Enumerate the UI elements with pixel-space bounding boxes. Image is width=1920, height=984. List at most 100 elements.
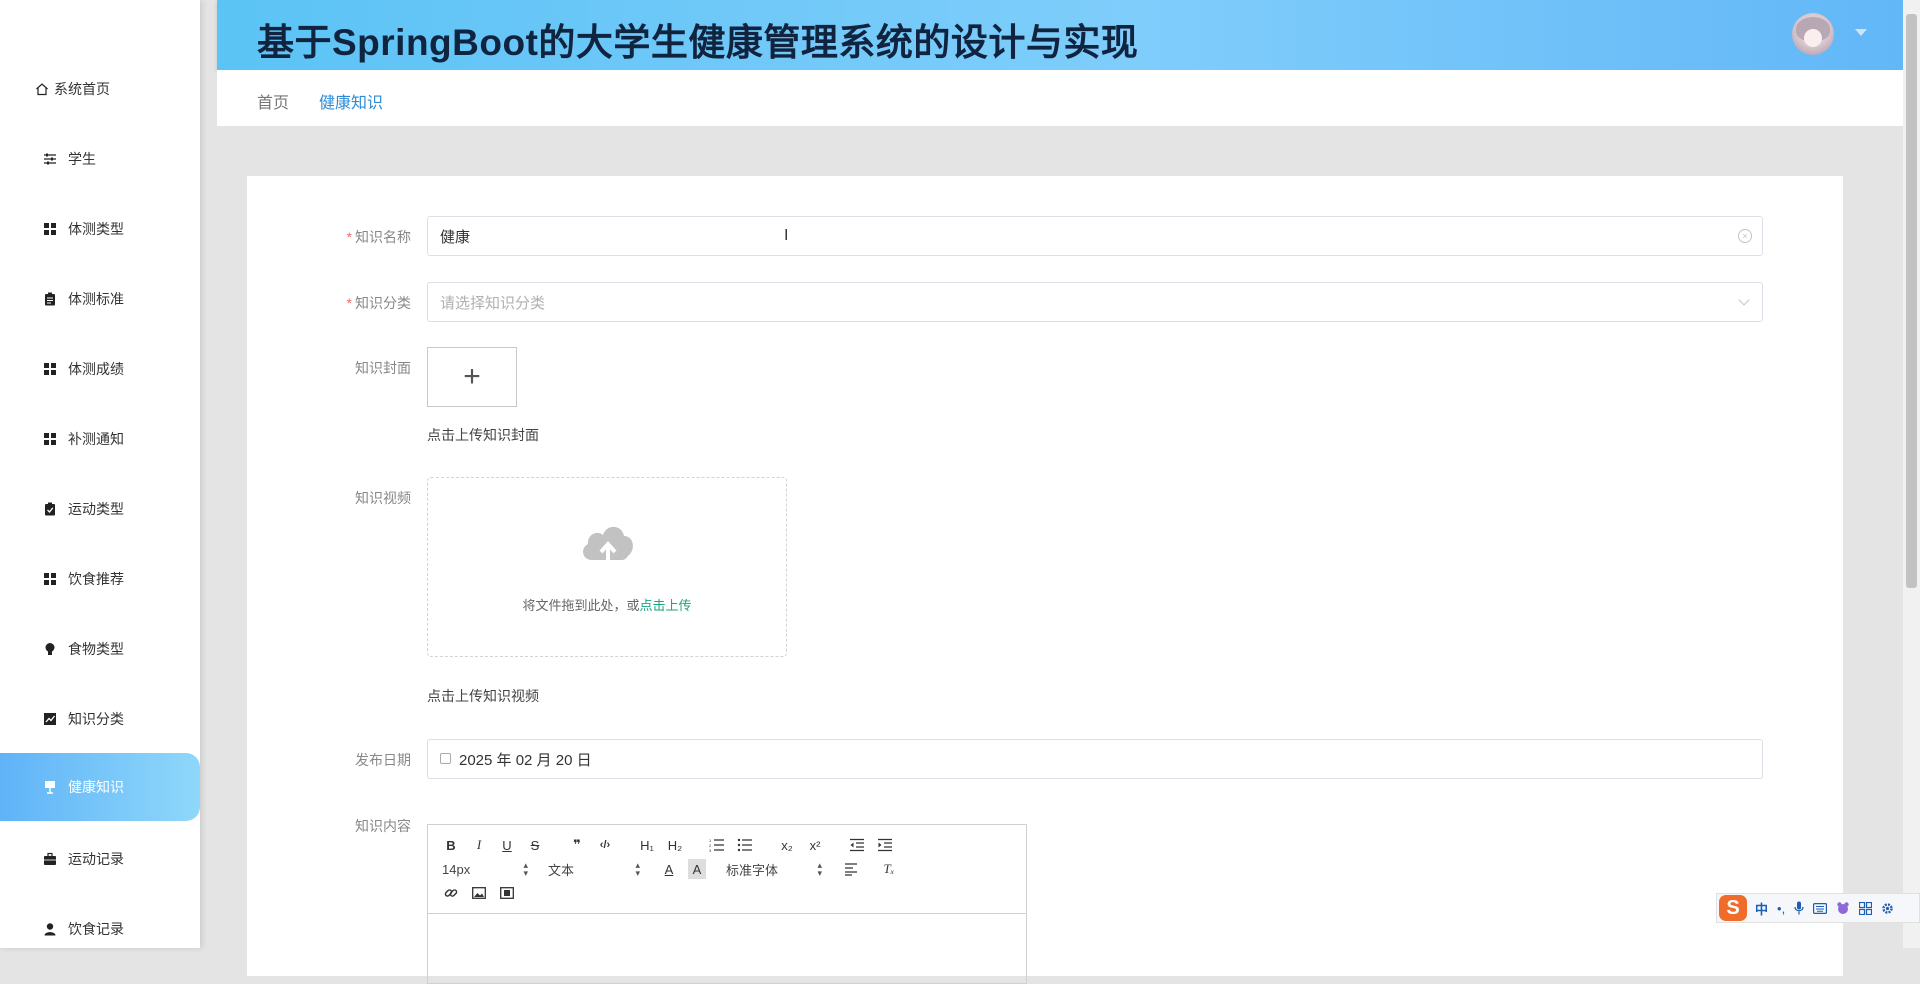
- breadcrumb-home[interactable]: 首页: [257, 89, 289, 113]
- sidebar-item-home[interactable]: 系统首页: [0, 55, 200, 123]
- keyboard-icon[interactable]: [1813, 902, 1828, 914]
- editor-toolbar-row-1: B I U S ❞ ‹/› H₁ H₂ 123 x₂ x²: [442, 835, 904, 855]
- editor-toolbar-row-3: [442, 883, 526, 903]
- sidebar-item-diet-recommend[interactable]: 饮食推荐: [0, 545, 200, 613]
- content-label: 知识内容: [355, 818, 411, 834]
- sidebar-item-label: 体测标准: [68, 291, 124, 307]
- home-icon: [34, 81, 50, 97]
- date-label: 发布日期: [355, 752, 411, 768]
- calendar-icon: [440, 752, 451, 764]
- font-size-select[interactable]: 14px ▴ ▾: [442, 861, 528, 878]
- video-label: 知识视频: [355, 490, 411, 506]
- sidebar-item-test-standards[interactable]: 体测标准: [0, 265, 200, 333]
- sidebar: 系统首页 学生 体测类型 体测标准 体测成绩 补测通知 运动类型 饮食推荐 食物…: [0, 0, 200, 948]
- skin-icon[interactable]: [1836, 901, 1850, 915]
- user-icon: [42, 921, 58, 937]
- sidebar-item-makeup-notice[interactable]: 补测通知: [0, 405, 200, 473]
- sidebar-item-exercise-records[interactable]: 运动记录: [0, 825, 200, 893]
- sidebar-item-food-types[interactable]: 食物类型: [0, 615, 200, 683]
- apps-grid-icon[interactable]: [1859, 901, 1873, 915]
- clear-icon[interactable]: ×: [1738, 229, 1752, 243]
- top-header: 基于SpringBoot的大学生健康管理系统的设计与实现: [217, 0, 1903, 70]
- presentation-icon: [42, 779, 58, 795]
- sidebar-item-health-knowledge[interactable]: 健康知识: [0, 753, 200, 821]
- name-input[interactable]: 健康 I ×: [427, 216, 1763, 256]
- sidebar-item-label: 饮食推荐: [68, 571, 124, 587]
- strikethrough-icon[interactable]: S: [526, 835, 544, 855]
- subscript-icon[interactable]: x₂: [778, 835, 796, 855]
- sidebar-item-knowledge-category[interactable]: 知识分类: [0, 685, 200, 753]
- scrollbar-thumb[interactable]: [1906, 14, 1917, 588]
- clear-format-icon[interactable]: Tₓ: [880, 859, 898, 879]
- indent-icon[interactable]: [876, 835, 894, 855]
- link-icon[interactable]: [442, 883, 460, 903]
- cover-label: 知识封面: [355, 360, 411, 376]
- ordered-list-icon[interactable]: 123: [708, 835, 726, 855]
- bullet-list-icon[interactable]: [736, 835, 754, 855]
- grid-icon: [42, 361, 58, 377]
- ime-toolbar: S 中 •,: [1716, 893, 1920, 923]
- sidebar-item-label: 学生: [68, 151, 96, 167]
- code-icon[interactable]: ‹/›: [596, 835, 614, 855]
- sidebar-item-test-types[interactable]: 体测类型: [0, 195, 200, 263]
- upload-link[interactable]: 点击上传: [640, 598, 692, 613]
- category-label: * 知识分类: [346, 295, 411, 311]
- background-color-icon[interactable]: A: [688, 859, 706, 879]
- font-color-icon[interactable]: A: [660, 859, 678, 879]
- chevron-down-icon: [1738, 294, 1750, 306]
- sidebar-item-exercise-types[interactable]: 运动类型: [0, 475, 200, 543]
- avatar[interactable]: [1792, 13, 1834, 55]
- grid-icon: [42, 221, 58, 237]
- svg-text:3: 3: [709, 848, 712, 852]
- grid-icon: [42, 431, 58, 447]
- cover-upload-button[interactable]: +: [427, 347, 517, 407]
- drop-text: 将文件拖到此处，或: [522, 598, 640, 613]
- page-scrollbar[interactable]: [1903, 0, 1920, 948]
- outdent-icon[interactable]: [848, 835, 866, 855]
- sidebar-item-label: 运动记录: [68, 851, 124, 867]
- bulb-icon: [42, 641, 58, 657]
- clipboard-icon: [42, 291, 58, 307]
- microphone-icon[interactable]: [1794, 901, 1804, 915]
- sidebar-item-test-scores[interactable]: 体测成绩: [0, 335, 200, 403]
- italic-icon[interactable]: I: [470, 835, 488, 855]
- settings-gear-icon[interactable]: [1881, 902, 1894, 915]
- ime-logo-icon[interactable]: S: [1719, 895, 1747, 921]
- sidebar-item-label: 健康知识: [68, 779, 124, 795]
- date-field[interactable]: 2025 年 02 月 20 日: [427, 739, 1763, 779]
- clipboard-check-icon: [42, 501, 58, 517]
- bold-icon[interactable]: B: [442, 835, 460, 855]
- video-icon[interactable]: [498, 883, 516, 903]
- sidebar-item-diet-records[interactable]: 饮食记录: [0, 895, 200, 963]
- grid-icon: [42, 571, 58, 587]
- chevron-down-icon[interactable]: [1855, 29, 1867, 36]
- cloud-upload-icon: [578, 520, 638, 568]
- blockquote-icon[interactable]: ❞: [568, 835, 586, 855]
- sidebar-item-label: 食物类型: [68, 641, 124, 657]
- category-select[interactable]: 请选择知识分类: [427, 282, 1763, 322]
- heading1-icon[interactable]: H₁: [638, 835, 656, 855]
- align-icon[interactable]: [842, 859, 860, 879]
- sidebar-item-label: 补测通知: [68, 431, 124, 447]
- text-cursor-icon: I: [784, 227, 789, 244]
- form-card: * 知识名称 健康 I × * 知识分类 请选择知识分类 知识封面 + 点击上传知识…: [247, 176, 1843, 984]
- font-family-select[interactable]: 标准字体 ▴ ▾: [726, 860, 822, 879]
- heading2-icon[interactable]: H₂: [666, 835, 684, 855]
- underline-icon[interactable]: U: [498, 835, 516, 855]
- video-tip: 点击上传知识视频: [427, 688, 539, 704]
- video-dropzone[interactable]: 将文件拖到此处，或点击上传: [427, 477, 787, 657]
- ime-language-toggle[interactable]: 中: [1755, 899, 1768, 918]
- breadcrumb: 首页 健康知识: [217, 70, 1903, 126]
- sidebar-item-label: 知识分类: [68, 711, 124, 727]
- chart-icon: [42, 711, 58, 727]
- sidebar-item-label: 饮食记录: [68, 921, 124, 937]
- cover-tip: 点击上传知识封面: [427, 427, 539, 443]
- sidebar-item-students[interactable]: 学生: [0, 125, 200, 193]
- paragraph-select[interactable]: 文本 ▴ ▾: [548, 860, 640, 879]
- editor-divider: [428, 913, 1026, 914]
- breadcrumb-current: 健康知识: [319, 95, 384, 112]
- image-icon[interactable]: [470, 883, 488, 903]
- superscript-icon[interactable]: x²: [806, 835, 824, 855]
- app-title: 基于SpringBoot的大学生健康管理系统的设计与实现: [257, 22, 1139, 63]
- punctuation-icon[interactable]: •,: [1777, 901, 1785, 916]
